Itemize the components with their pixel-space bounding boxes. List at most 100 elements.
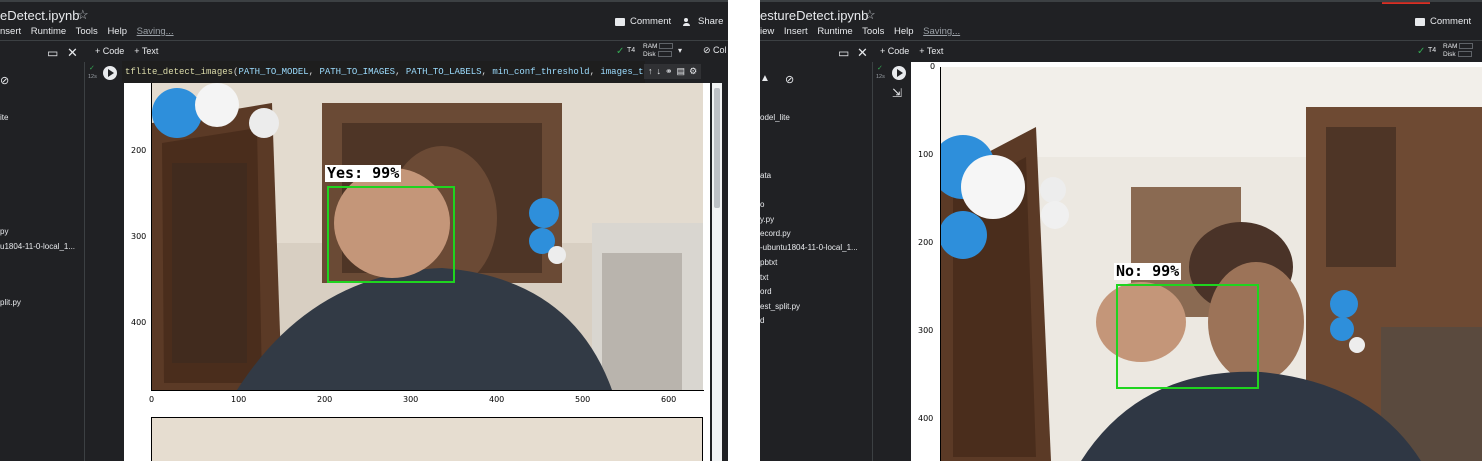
file-item[interactable]: odel_lite [760, 113, 790, 122]
file-item[interactable]: plit.py [0, 298, 21, 307]
run-cell-button[interactable] [103, 66, 117, 80]
cell-toolbar: + Code + Text [95, 41, 158, 61]
left-colab-window: eDetect.ipynb ☆ nsert Runtime Tools Help… [0, 0, 728, 461]
output-area: Yes: 99% 200 300 400 0 100 200 300 400 5… [124, 83, 710, 461]
y-axis [151, 83, 152, 391]
file-item[interactable]: txt [760, 273, 768, 282]
code-cell[interactable]: tflite_detect_images(PATH_TO_MODEL, PATH… [122, 61, 681, 83]
move-up-icon[interactable]: ↑ [648, 66, 653, 77]
y-axis [940, 67, 941, 461]
file-item[interactable]: -ubuntu1804-11-0-local_1... [760, 243, 858, 252]
connected-check-icon: ✓ [1417, 46, 1426, 57]
file-sidebar: ▲ ⊘ odel_lite ata o y.py ecord.py -ubunt… [760, 62, 873, 461]
x-tick-label: 200 [317, 395, 333, 404]
x-tick-label: 300 [403, 395, 419, 404]
menu-bar: iew Insert Runtime Tools Help Saving... [760, 26, 967, 37]
output-action-icon[interactable]: ⇲ [892, 86, 902, 100]
share-icon [683, 17, 693, 26]
exec-time: 12s [88, 74, 97, 80]
menu-runtime[interactable]: Runtime [31, 26, 66, 37]
menu-tools[interactable]: Tools [76, 26, 98, 37]
file-item[interactable]: ite [0, 113, 8, 122]
resource-monitor[interactable]: RAM Disk [1443, 43, 1474, 59]
menu-insert[interactable]: nsert [0, 26, 21, 37]
menu-insert[interactable]: Insert [784, 26, 808, 37]
saving-status: Saving... [136, 26, 174, 37]
corner-marker: ▬▬▬▬▬▬▬▬ [1382, 0, 1430, 6]
next-plot-preview [151, 417, 703, 461]
menu-view[interactable]: iew [760, 26, 774, 37]
detection-label: No: 99% [1114, 262, 1182, 280]
notebook-title[interactable]: estureDetect.ipynb [760, 8, 868, 23]
menu-help[interactable]: Help [107, 26, 127, 37]
hide-icon[interactable]: ⊘ [0, 74, 9, 87]
output-area: No: 99% 0 100 200 300 400 [911, 62, 1482, 461]
detection-box [327, 186, 455, 283]
connect-button[interactable]: ⊘ Col [703, 45, 727, 56]
comment-icon [615, 17, 625, 26]
file-item[interactable]: o [760, 200, 764, 209]
comment-button[interactable]: Comment [1415, 16, 1471, 27]
notebook-title[interactable]: eDetect.ipynb [0, 8, 80, 23]
link-icon[interactable]: ⚭ [665, 66, 673, 77]
menu-help[interactable]: Help [894, 26, 914, 37]
connect-label: Col [713, 45, 727, 55]
scroll-thumb[interactable] [714, 88, 720, 208]
menu-bar: nsert Runtime Tools Help Saving... [0, 26, 181, 37]
webcam-photo [941, 67, 1482, 461]
runtime-label: T4 [627, 47, 636, 54]
ram-label: RAM [643, 43, 658, 50]
file-item[interactable]: d [760, 316, 764, 325]
close-icon[interactable]: ✕ [857, 45, 868, 61]
file-item[interactable]: pbtxt [760, 258, 777, 267]
top-border [0, 0, 728, 2]
move-down-icon[interactable]: ↓ [657, 66, 662, 77]
file-item[interactable]: ord [760, 287, 772, 296]
file-item[interactable]: est_split.py [760, 302, 800, 311]
file-item[interactable]: ecord.py [760, 229, 791, 238]
runtime-label: T4 [1428, 47, 1437, 54]
file-item[interactable]: py [0, 227, 8, 236]
menu-tools[interactable]: Tools [862, 26, 884, 37]
share-button[interactable]: Share [683, 16, 723, 27]
x-axis [151, 390, 704, 391]
disk-label: Disk [643, 51, 656, 58]
close-icon[interactable]: ✕ [67, 45, 78, 61]
menu-runtime[interactable]: Runtime [817, 26, 852, 37]
file-item[interactable]: ata [760, 171, 771, 180]
comment-label: Comment [630, 16, 672, 27]
file-item[interactable]: u1804-11-0-local_1... [0, 242, 75, 251]
new-tab-icon[interactable]: ▭ [838, 46, 849, 60]
y-tick-label: 300 [131, 232, 147, 241]
y-tick-label: 400 [918, 414, 934, 423]
comment-cell-icon[interactable]: ▤ [677, 66, 686, 77]
settings-icon[interactable]: ⚙ [689, 66, 697, 77]
x-tick-label: 500 [575, 395, 591, 404]
y-tick-label: 400 [131, 318, 147, 327]
detection-box [1116, 284, 1259, 389]
connected-check-icon: ✓ [616, 46, 625, 57]
chevron-down-icon[interactable]: ▾ [678, 46, 682, 55]
cell-check-icon: ✓ [89, 65, 95, 72]
y-tick-label: 200 [918, 238, 934, 247]
detection-label: Yes: 99% [325, 164, 402, 182]
upload-icon[interactable]: ▲ [760, 73, 770, 84]
file-item[interactable]: y.py [760, 215, 774, 224]
cell-toolbar: + Code + Text [880, 41, 943, 61]
new-tab-icon[interactable]: ▭ [47, 46, 58, 60]
output-scrollbar[interactable] [712, 83, 722, 461]
x-tick-label: 600 [661, 395, 677, 404]
add-text-button[interactable]: + Text [919, 46, 943, 56]
add-code-button[interactable]: + Code [95, 46, 124, 56]
comment-button[interactable]: Comment [615, 16, 671, 27]
exec-time: 12s [876, 74, 885, 80]
hide-icon[interactable]: ⊘ [785, 73, 794, 86]
x-tick-label: 400 [489, 395, 505, 404]
add-code-button[interactable]: + Code [880, 46, 909, 56]
star-icon[interactable]: ☆ [864, 7, 876, 23]
code-function: tflite_detect_images [125, 67, 234, 77]
star-icon[interactable]: ☆ [77, 7, 89, 23]
resource-monitor[interactable]: RAM Disk [643, 43, 674, 59]
add-text-button[interactable]: + Text [134, 46, 158, 56]
run-cell-button[interactable] [892, 66, 906, 80]
